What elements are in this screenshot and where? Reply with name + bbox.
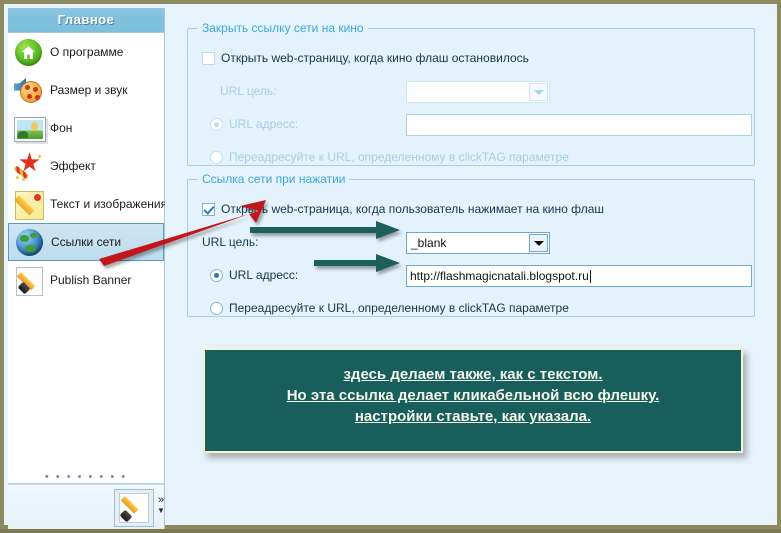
note-line-3: настройки ставьте, как указала. (354, 408, 592, 425)
click-link-url-address-input[interactable]: http://flashmagicnatali.blogspot.ru (406, 265, 752, 287)
sidebar: Главное О программе Размер и звук Фон Эф… (8, 8, 168, 529)
group-click-web-link-title: Ссылка сети при нажатии (198, 172, 350, 186)
main-content: Закрыть ссылку сети на кино Открыть web-… (165, 8, 773, 521)
sidebar-item-text-images[interactable]: Текст и изображения (8, 185, 168, 223)
sidebar-item-label: Эффект (50, 159, 96, 173)
note-line-2: Но эта ссылка делает кликабельной всю фл… (286, 387, 660, 404)
click-link-open-page-checkbox-row[interactable]: Открыть web-страница, когда пользователь… (202, 202, 604, 216)
group-close-web-link: Закрыть ссылку сети на кино Открыть web-… (187, 21, 755, 166)
sidebar-item-label: О программе (50, 45, 124, 59)
chevron-down-icon[interactable] (529, 234, 548, 252)
click-link-clicktag-label: Переадресуйте к URL, определенному в cli… (229, 301, 569, 315)
publish-banner-button[interactable] (114, 489, 154, 527)
sidebar-item-effect[interactable]: Эффект (8, 147, 164, 185)
sidebar-item-label: Ссылки сети (51, 235, 122, 249)
sidebar-footer: » ▼ (8, 485, 165, 529)
click-link-clicktag-radio[interactable] (210, 301, 223, 315)
click-link-url-target-label: URL цель: (202, 235, 259, 249)
sidebar-item-background[interactable]: Фон (8, 109, 164, 147)
close-link-clicktag-radio-row[interactable]: Переадресуйте к URL, определенному в cli… (210, 150, 569, 164)
close-link-url-target-label-row: URL цель: (220, 84, 277, 98)
close-link-url-address-label: URL адресс: (229, 117, 299, 131)
annotation-note-box: здесь делаем также, как с текстом. Но эт… (203, 348, 743, 453)
sidebar-item-label: Publish Banner (50, 273, 132, 287)
sidebar-item-label: Фон (50, 121, 73, 135)
click-link-url-address-label: URL адресс: (229, 268, 299, 282)
close-link-url-target-combo[interactable] (406, 81, 550, 103)
close-link-open-page-checkbox-row[interactable]: Открыть web-страницу, когда кино флаш ос… (202, 51, 529, 65)
note-line-1: здесь делаем также, как с текстом. (343, 366, 603, 383)
close-link-url-address-radio-row[interactable]: URL адресс: (210, 117, 298, 131)
chevron-down-icon: ▼ (157, 506, 165, 515)
close-link-clicktag-radio[interactable] (210, 150, 223, 164)
group-click-web-link: Ссылка сети при нажатии Открыть web-стра… (187, 172, 755, 317)
close-link-url-address-radio[interactable] (210, 117, 223, 131)
close-link-url-target-label: URL цель: (220, 84, 277, 98)
sidebar-item-label: Размер и звук (50, 83, 128, 97)
click-link-clicktag-radio-row[interactable]: Переадресуйте к URL, определенному в cli… (210, 301, 569, 315)
sidebar-item-about[interactable]: О программе (8, 33, 164, 71)
click-link-open-page-label: Открыть web-страница, когда пользователь… (221, 202, 605, 216)
click-link-url-target-value: _blank (411, 236, 447, 250)
pizza-speaker-icon (12, 74, 46, 106)
close-link-url-address-input[interactable] (406, 114, 752, 136)
click-link-url-target-combo[interactable]: _blank (406, 232, 550, 254)
sidebar-item-publish-banner[interactable]: Publish Banner (8, 261, 164, 299)
sidebar-drag-dots[interactable]: • • • • • • • • (8, 471, 164, 483)
click-link-url-address-value: http://flashmagicnatali.blogspot.ru (410, 269, 589, 283)
click-link-url-address-radio-row[interactable]: URL адресс: (210, 268, 298, 282)
close-link-clicktag-label: Переадресуйте к URL, определенному в cli… (229, 150, 569, 164)
sidebar-item-size-sound[interactable]: Размер и звук (8, 71, 164, 109)
click-link-url-address-radio[interactable] (210, 268, 223, 282)
globe-icon (13, 226, 47, 258)
photo-icon (12, 112, 46, 144)
sidebar-item-label: Текст и изображения (50, 197, 168, 211)
close-link-open-page-label: Открыть web-страницу, когда кино флаш ос… (221, 51, 529, 65)
brush-page-icon (12, 264, 46, 296)
sidebar-header: Главное (8, 8, 164, 33)
click-link-open-page-checkbox[interactable] (202, 202, 215, 216)
group-close-web-link-title: Закрыть ссылку сети на кино (198, 21, 368, 35)
home-icon (12, 36, 46, 68)
magic-wand-star-icon (12, 150, 46, 182)
application-window: Главное О программе Размер и звук Фон Эф… (0, 0, 781, 529)
chevron-down-icon[interactable] (529, 83, 548, 101)
sidebar-item-web-links[interactable]: Ссылки сети (8, 223, 164, 261)
sidebar-list: О программе Размер и звук Фон Эффект Тек… (8, 33, 168, 299)
pencil-note-icon (12, 188, 46, 220)
click-link-url-target-label-row: URL цель: (202, 235, 259, 249)
close-link-open-page-checkbox[interactable] (202, 51, 215, 65)
chevron-right-icon: » (157, 494, 165, 506)
